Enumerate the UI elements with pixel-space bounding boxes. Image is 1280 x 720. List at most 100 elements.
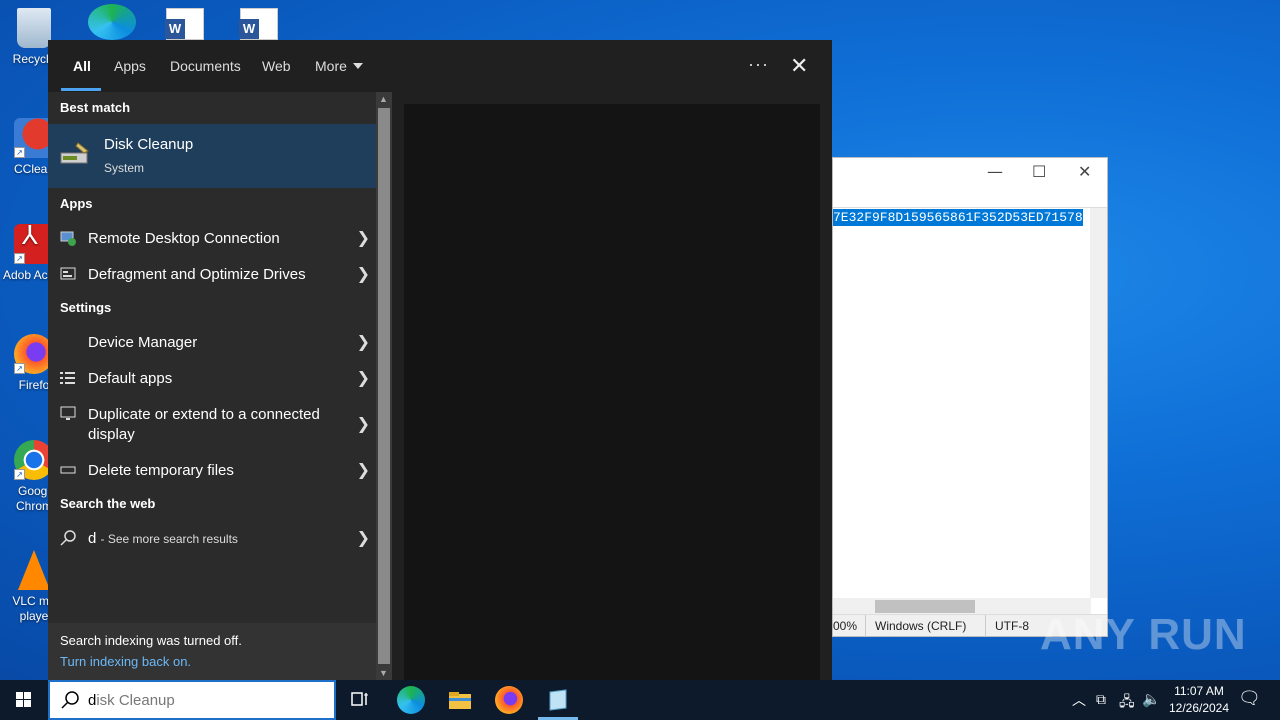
search-icon (60, 530, 76, 546)
chevron-down-icon (352, 63, 363, 69)
best-match-item[interactable]: Disk Cleanup System (48, 124, 376, 188)
chevron-right-icon[interactable]: ❯ (357, 228, 370, 248)
status-zoom: 00% (833, 619, 858, 633)
scroll-thumb[interactable] (875, 600, 975, 613)
result-device-manager[interactable]: Device Manager ❯ (48, 324, 376, 360)
status-divider (865, 615, 866, 637)
chevron-up-icon[interactable]: ︿ (1072, 690, 1086, 720)
notepad-taskbar-icon[interactable] (544, 686, 572, 714)
notepad-text-area[interactable]: 7E32F9F8D159565861F352D53ED71578 (833, 208, 1091, 620)
selected-text[interactable]: 7E32F9F8D159565861F352D53ED71578 (833, 209, 1083, 226)
search-icon (60, 690, 80, 710)
close-icon[interactable]: ✕ (1078, 162, 1091, 181)
results-list: Best match Disk Cleanup System Apps Remo… (48, 92, 376, 680)
search-panel: All Apps Documents Web More ··· ✕ Best m… (48, 40, 832, 680)
result-label: d - See more search results (88, 529, 238, 549)
minimize-icon[interactable]: — (987, 162, 1003, 181)
network-icon[interactable]: 🖧 (1119, 691, 1135, 720)
web-suffix: - See more search results (100, 532, 238, 546)
indexing-notice: Search indexing was turned off. Turn ind… (48, 623, 376, 680)
edge-icon[interactable] (397, 686, 425, 714)
taskbar-search-box[interactable]: disk Cleanup (48, 680, 336, 720)
section-best-match: Best match (60, 100, 131, 115)
status-encoding: UTF-8 (995, 619, 1029, 633)
chevron-right-icon[interactable]: ❯ (357, 414, 370, 434)
best-match-subtitle: System (104, 161, 145, 175)
chevron-right-icon[interactable]: ❯ (357, 332, 370, 352)
taskbar-clock[interactable]: 11:07 AM 12/26/2024 (1160, 683, 1238, 717)
section-settings: Settings (60, 300, 112, 315)
best-match-name: Disk Cleanup (104, 136, 194, 153)
notification-icon[interactable]: 🗨 (1238, 688, 1261, 720)
vlc-icon (18, 550, 50, 590)
search-query[interactable]: disk Cleanup (88, 692, 175, 709)
section-apps: Apps (60, 196, 93, 211)
result-remote-desktop[interactable]: Remote Desktop Connection ❯ (48, 220, 376, 256)
result-label: Remote Desktop Connection (88, 230, 280, 247)
notepad-window[interactable]: — ☐ ✕ 7E32F9F8D159565861F352D53ED71578 0… (832, 157, 1108, 637)
result-label: Delete temporary files (88, 462, 234, 479)
file-explorer-icon[interactable] (446, 686, 474, 714)
result-label: Duplicate or extend to a connected displ… (88, 406, 320, 443)
result-duplicate-display[interactable]: Duplicate or extend to a connected displ… (48, 396, 376, 452)
word-document-icon[interactable]: W (239, 8, 278, 40)
result-label: Default apps (88, 370, 173, 387)
scroll-thumb[interactable] (378, 108, 390, 664)
network-adapter-icon[interactable]: ⧉ (1096, 691, 1106, 720)
query-completion: isk Cleanup (96, 692, 175, 709)
word-document-icon[interactable]: W (165, 8, 204, 40)
storage-icon (60, 462, 76, 478)
notepad-menubar (833, 188, 1107, 208)
status-line-ending: Windows (CRLF) (875, 619, 967, 633)
recycle-bin-icon (17, 8, 51, 48)
result-default-apps[interactable]: Default apps ❯ (48, 360, 376, 396)
default-apps-icon (60, 370, 76, 386)
monitor-icon (60, 406, 76, 422)
clock-time: 11:07 AM (1174, 684, 1224, 698)
search-tabs: All Apps Documents Web More ··· ✕ (48, 40, 832, 92)
task-view-icon[interactable] (347, 686, 375, 714)
scroll-up-icon[interactable]: ▲ (379, 94, 388, 104)
scroll-down-icon[interactable]: ▼ (379, 668, 388, 678)
more-options-icon[interactable]: ··· (748, 54, 769, 75)
firefox-icon[interactable] (495, 686, 523, 714)
indexing-message: Search indexing was turned off. (60, 633, 242, 648)
preview-pane (404, 104, 820, 680)
anyrun-watermark: ANY RUN (1040, 610, 1247, 659)
tab-web[interactable]: Web (262, 58, 291, 74)
tab-apps[interactable]: Apps (114, 58, 146, 74)
chevron-right-icon[interactable]: ❯ (357, 264, 370, 284)
start-button[interactable] (0, 680, 48, 720)
chevron-right-icon[interactable]: ❯ (357, 460, 370, 480)
disk-cleanup-icon (60, 141, 90, 169)
windows-logo-icon (16, 692, 31, 707)
turn-indexing-on-link[interactable]: Turn indexing back on. (60, 654, 191, 669)
tab-more[interactable]: More (315, 58, 363, 74)
clock-date: 12/26/2024 (1168, 701, 1230, 715)
device-manager-icon (60, 334, 76, 350)
remote-desktop-icon (60, 230, 76, 246)
result-defragment[interactable]: Defragment and Optimize Drives ❯ (48, 256, 376, 292)
result-web-search[interactable]: d - See more search results ❯ (48, 520, 376, 556)
active-tab-indicator (61, 88, 101, 91)
volume-icon[interactable]: 🔈 (1142, 690, 1161, 720)
section-search-web: Search the web (60, 496, 156, 511)
status-divider (985, 615, 986, 637)
tab-documents[interactable]: Documents (170, 58, 241, 74)
tab-more-label: More (315, 58, 347, 74)
web-query: d (88, 530, 97, 547)
tab-all[interactable]: All (73, 58, 91, 74)
defrag-icon (60, 266, 76, 282)
maximize-icon[interactable]: ☐ (1032, 162, 1046, 181)
result-label: Device Manager (88, 334, 198, 351)
chevron-right-icon[interactable]: ❯ (357, 368, 370, 388)
result-label: Defragment and Optimize Drives (88, 266, 306, 283)
edge-desktop-icon[interactable] (88, 4, 136, 40)
notepad-titlebar[interactable]: — ☐ ✕ (833, 158, 1107, 188)
chevron-right-icon[interactable]: ❯ (357, 528, 370, 548)
notepad-vertical-scrollbar[interactable] (1090, 208, 1107, 598)
results-scrollbar[interactable]: ▲ ▼ (376, 92, 392, 680)
close-icon[interactable]: ✕ (790, 53, 808, 79)
result-delete-temp-files[interactable]: Delete temporary files ❯ (48, 452, 376, 488)
taskbar: disk Cleanup ︿ ⧉ 🖧 🔈 11:07 AM 12/26/2024… (0, 680, 1280, 720)
